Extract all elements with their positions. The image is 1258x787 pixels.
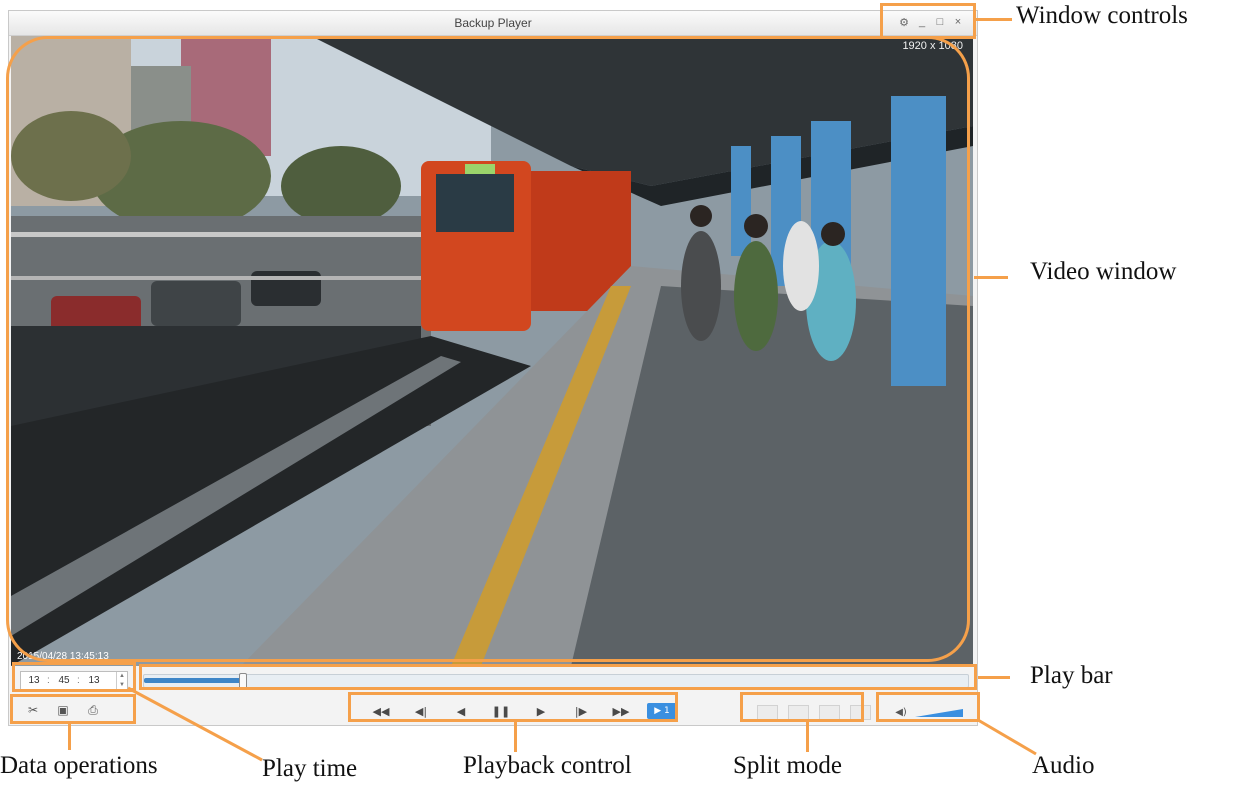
callout-lines <box>977 718 1037 756</box>
audio-label: Audio <box>1032 752 1095 779</box>
